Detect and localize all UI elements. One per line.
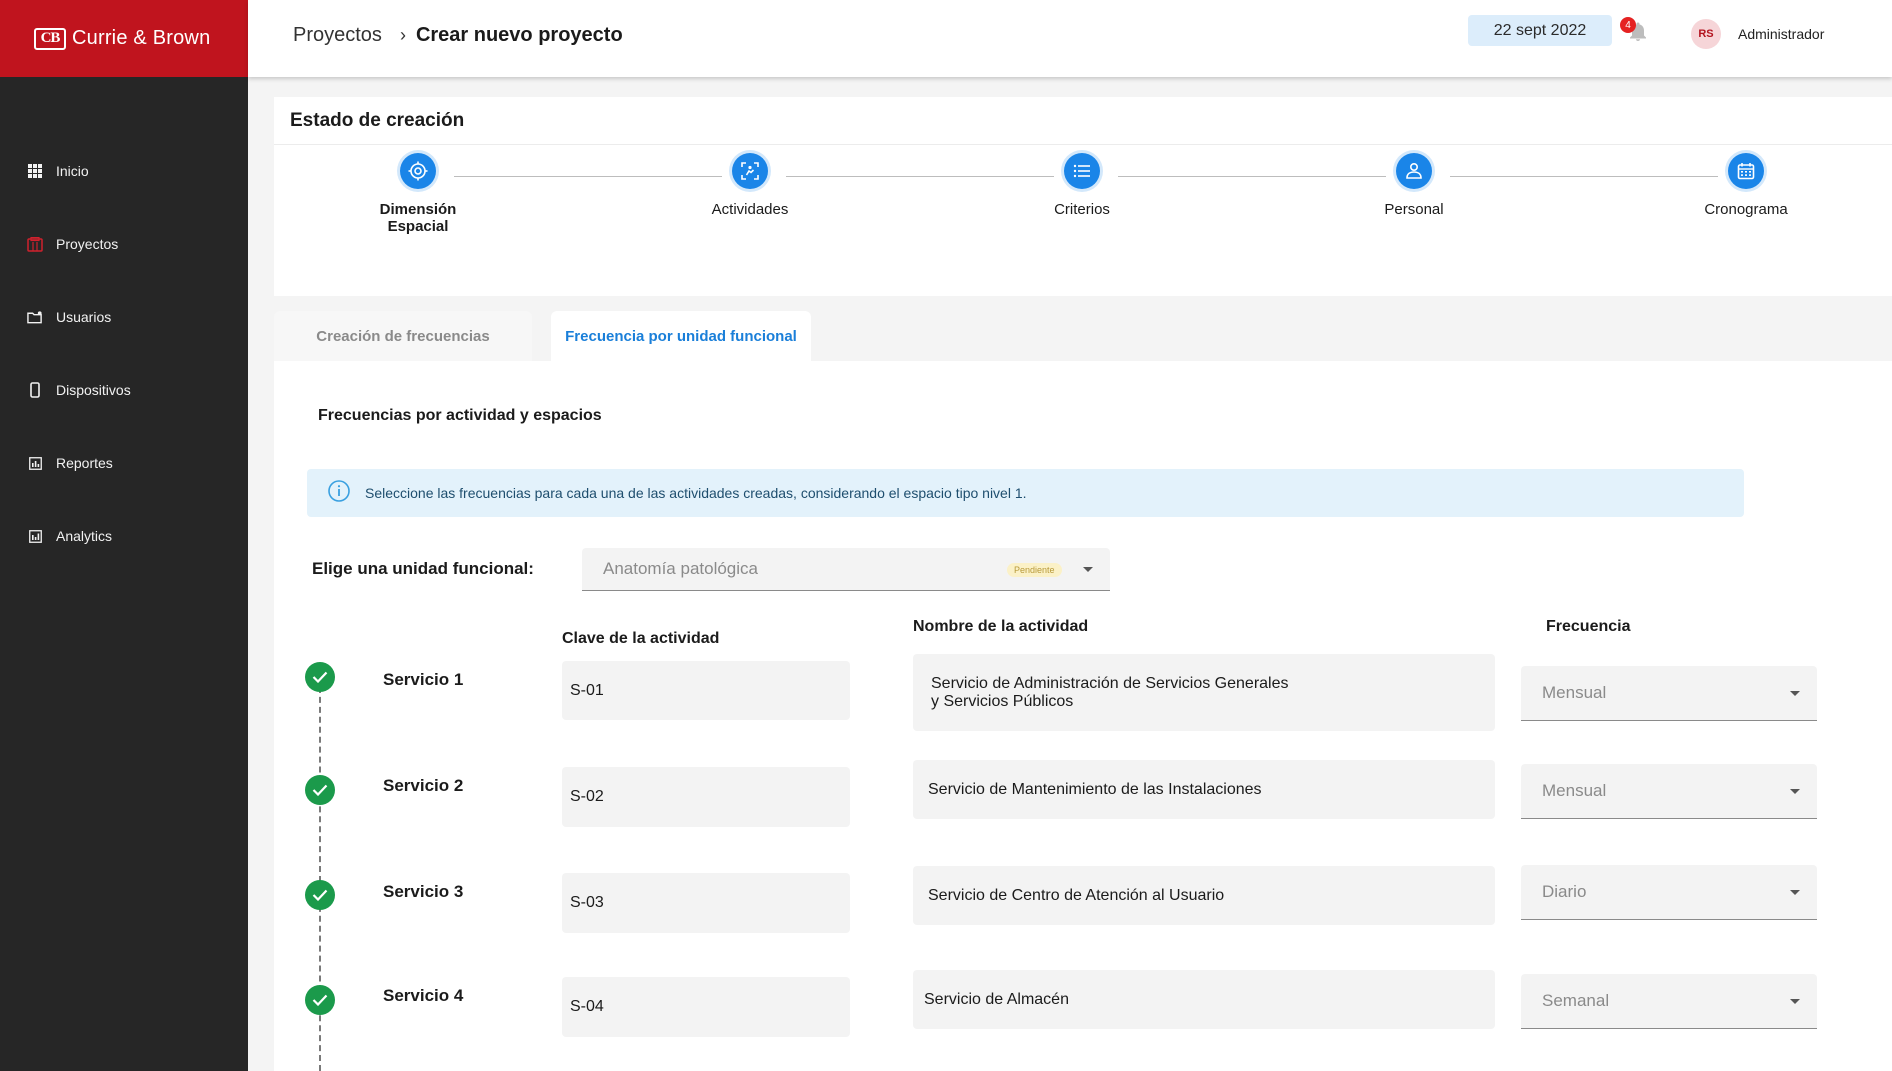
service-label: Servicio 3 — [383, 882, 464, 901]
activity-name-line: Servicio de Almacén — [924, 990, 1069, 1008]
step-criterios[interactable]: Criterios — [1002, 153, 1162, 218]
stepper-title: Estado de creación — [290, 110, 465, 131]
chevron-down-icon — [1790, 691, 1800, 696]
sidebar-item-usuarios[interactable]: Usuarios — [0, 297, 248, 337]
step-label: Dimensión Espacial — [379, 201, 457, 235]
user-name[interactable]: Administrador — [1738, 26, 1824, 42]
step-label: Criterios — [1054, 201, 1110, 218]
sidebar-item-dispositivos[interactable]: Dispositivos — [0, 370, 248, 410]
step-actividades[interactable]: Actividades — [670, 153, 830, 218]
unit-select-value: Anatomía patológica — [603, 559, 758, 578]
calendar-icon — [1728, 153, 1764, 189]
brand-logo[interactable]: CB Currie & Brown — [0, 0, 248, 77]
list-icon — [1064, 153, 1100, 189]
breadcrumb: Proyectos › Crear nuevo proyecto — [293, 24, 623, 47]
sidebar-item-label: Usuarios — [56, 309, 112, 325]
sidebar-item-inicio[interactable]: Inicio — [0, 151, 248, 191]
chevron-down-icon — [1790, 999, 1800, 1004]
sidebar-item-label: Proyectos — [56, 236, 119, 252]
check-icon — [305, 662, 335, 692]
page-title: Crear nuevo proyecto — [415, 24, 623, 46]
step-cronograma[interactable]: Cronograma — [1666, 153, 1826, 218]
step-dimension-espacial[interactable]: Dimensión Espacial — [338, 153, 498, 235]
device-icon — [27, 382, 43, 398]
frequency-panel: Frecuencias por actividad y espacios Sel… — [274, 361, 1892, 1071]
frequency-select[interactable]: Mensual — [1521, 666, 1817, 721]
service-label: Servicio 4 — [383, 986, 464, 1005]
frequency-value: Mensual — [1542, 781, 1607, 800]
chevron-down-icon — [1083, 567, 1093, 572]
frequency-value: Semanal — [1542, 991, 1610, 1010]
activity-name-field[interactable]: Servicio de Centro de Atención al Usuari… — [913, 866, 1495, 925]
sidebar-item-analytics[interactable]: Analytics — [0, 516, 248, 556]
sidebar-item-label: Dispositivos — [56, 382, 131, 398]
check-icon — [305, 985, 335, 1015]
section-title: Frecuencias por actividad y espacios — [318, 407, 602, 424]
sidebar: CB Currie & Brown Inicio Proyectos Usuar… — [0, 0, 248, 1071]
unit-select[interactable]: Anatomía patológica Pendiente — [582, 548, 1110, 591]
frequency-select[interactable]: Mensual — [1521, 764, 1817, 819]
brand-mark: CB — [34, 27, 66, 50]
chevron-down-icon — [1790, 789, 1800, 794]
frequency-select[interactable]: Diario — [1521, 865, 1817, 920]
step-personal[interactable]: Personal — [1334, 153, 1494, 218]
check-icon — [305, 880, 335, 910]
people-icon — [1396, 153, 1432, 189]
tab-frecuencia-unidad-funcional[interactable]: Frecuencia por unidad funcional — [551, 311, 811, 362]
grid-icon — [27, 163, 43, 179]
step-label: Actividades — [711, 201, 789, 218]
service-label: Servicio 2 — [383, 776, 464, 795]
info-alert: Seleccione las frecuencias para cada una… — [307, 469, 1744, 517]
sidebar-item-label: Reportes — [56, 455, 113, 471]
creation-status-card: Estado de creación Dimensión Espacial Ac… — [274, 97, 1892, 296]
users-folder-icon — [27, 309, 43, 325]
date-chip[interactable]: 22 sept 2022 — [1468, 15, 1612, 46]
app-root: CB Currie & Brown Inicio Proyectos Usuar… — [0, 0, 1892, 1071]
activity-name-field[interactable]: Servicio de Administración de Servicios … — [913, 654, 1495, 731]
activity-key-field[interactable]: S-03 — [562, 873, 850, 933]
projects-icon — [27, 236, 43, 252]
target-icon — [400, 153, 436, 189]
avatar[interactable]: RS — [1691, 19, 1721, 49]
activity-name-field[interactable]: Servicio de Almacén — [913, 970, 1495, 1029]
brand-name: Currie & Brown — [72, 27, 211, 49]
step-label: Personal — [1384, 201, 1444, 218]
top-bar: Proyectos › Crear nuevo proyecto 22 sept… — [248, 0, 1892, 77]
divider — [274, 144, 1892, 145]
column-header-name: Nombre de la actividad — [913, 618, 1089, 635]
tab-creacion-frecuencias[interactable]: Creación de frecuencias — [274, 311, 532, 362]
activity-name-line: Servicio de Centro de Atención al Usuari… — [928, 886, 1225, 904]
notification-badge: 4 — [1620, 17, 1636, 33]
activity-name-line: y Servicios Públicos — [931, 692, 1074, 710]
frequency-value: Diario — [1542, 882, 1587, 901]
sidebar-item-label: Inicio — [56, 163, 89, 179]
service-label: Servicio 1 — [383, 670, 464, 689]
info-icon — [327, 479, 351, 508]
analytics-icon — [27, 528, 43, 544]
activity-key-field[interactable]: S-01 — [562, 661, 850, 720]
report-icon — [27, 455, 43, 471]
sidebar-item-proyectos[interactable]: Proyectos — [0, 224, 248, 264]
status-badge: Pendiente — [1007, 563, 1062, 577]
activity-key-field[interactable]: S-02 — [562, 767, 850, 827]
activities-icon — [732, 153, 768, 189]
activity-key-field[interactable]: S-04 — [562, 977, 850, 1037]
breadcrumb-separator: › — [399, 25, 406, 45]
info-text: Seleccione las frecuencias para cada una… — [365, 485, 1027, 501]
frequency-value: Mensual — [1542, 683, 1607, 702]
sidebar-item-reportes[interactable]: Reportes — [0, 443, 248, 483]
sidebar-item-label: Analytics — [56, 528, 113, 544]
unit-select-label: Elige una unidad funcional: — [312, 559, 534, 578]
column-header-frequency: Frecuencia — [1546, 618, 1631, 635]
activity-name-line: Servicio de Administración de Servicios … — [931, 674, 1289, 692]
breadcrumb-parent[interactable]: Proyectos — [293, 24, 382, 47]
check-icon — [305, 775, 335, 805]
frequency-select[interactable]: Semanal — [1521, 974, 1817, 1029]
step-label: Cronograma — [1704, 201, 1788, 218]
activity-name-field[interactable]: Servicio de Mantenimiento de las Instala… — [913, 760, 1495, 819]
chevron-down-icon — [1790, 890, 1800, 895]
activity-name-line: Servicio de Mantenimiento de las Instala… — [928, 780, 1262, 798]
column-header-key: Clave de la actividad — [562, 630, 720, 647]
